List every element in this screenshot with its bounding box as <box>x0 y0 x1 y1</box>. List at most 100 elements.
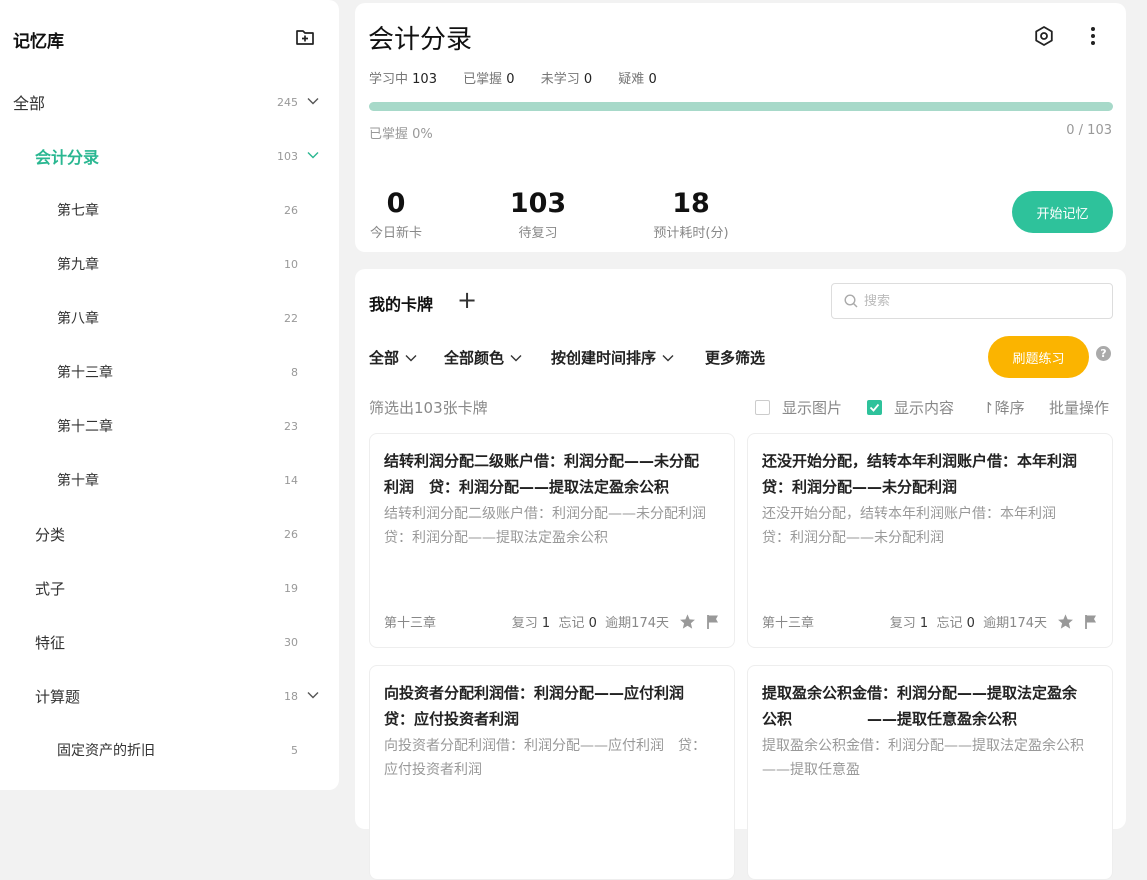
review-label: 复习 <box>889 616 916 631</box>
more-filters-label: 更多筛选 <box>705 349 766 367</box>
tree-item-chapter-9[interactable]: 第九章 10 <box>0 249 339 279</box>
forget-count: 0 <box>588 616 597 631</box>
filter-all-dropdown[interactable]: 全部 <box>369 347 417 368</box>
tree-count: 22 <box>284 311 298 325</box>
tree-count: 30 <box>284 635 298 649</box>
practice-quiz-button[interactable]: 刷题练习 <box>988 336 1089 378</box>
star-icon[interactable] <box>679 613 696 630</box>
new-folder-icon[interactable] <box>294 26 316 48</box>
add-card-icon[interactable]: + <box>457 288 477 312</box>
my-cards-title: 我的卡牌 <box>369 295 434 314</box>
more-options-icon[interactable] <box>1081 24 1105 48</box>
sort-label: 按创建时间排序 <box>551 349 657 367</box>
card-item[interactable]: 向投资者分配利润借：利润分配——应付利润 贷：应付投资者利润 向投资者分配利润借… <box>369 665 735 880</box>
tree-item-formulas[interactable]: 式子 19 <box>0 573 339 603</box>
more-filters-button[interactable]: 更多筛选 <box>705 347 765 368</box>
mastered-count: 0 <box>506 72 515 87</box>
sort-dropdown[interactable]: 按创建时间排序 <box>551 347 674 368</box>
card-question: 结转利润分配二级账户借：利润分配——未分配利润 贷：利润分配——提取法定盈余公积 <box>384 452 700 496</box>
mastery-ratio: 0 / 103 <box>1066 123 1112 138</box>
filter-color-label: 全部颜色 <box>444 349 505 367</box>
tree-label: 分类 <box>35 525 66 544</box>
card-item[interactable]: 结转利润分配二级账户借：利润分配——未分配利润 贷：利润分配——提取法定盈余公积… <box>369 433 735 648</box>
review-label: 复习 <box>511 616 538 631</box>
tree-label: 式子 <box>35 579 66 598</box>
tree-item-accounting-entries[interactable]: 会计分录 103 <box>0 141 339 171</box>
tree-item-all[interactable]: 全部 245 <box>0 87 339 117</box>
to-review-label: 待复习 <box>518 226 558 241</box>
card-item[interactable]: 还没开始分配，结转本年利润账户借：本年利润 贷：利润分配——未分配利润 还没开始… <box>747 433 1113 648</box>
to-review-count: 103 <box>509 188 567 219</box>
tree-label: 第八章 <box>57 311 99 327</box>
library-sidebar: 记忆库 全部 245 会计分录 103 第七章 26 第九章 10 第八章 22… <box>0 0 339 790</box>
overdue-label: 逾期174天 <box>605 616 669 631</box>
show-image-toggle[interactable]: 显示图片 <box>755 397 842 418</box>
flag-icon[interactable] <box>1084 614 1098 630</box>
checkmark-icon <box>869 403 880 412</box>
tree-count: 245 <box>277 95 298 109</box>
filter-all-label: 全部 <box>369 349 400 367</box>
card-footer: 第十三章 复习 1 忘记 0 逾期174天 <box>762 612 1098 631</box>
flag-icon[interactable] <box>706 614 720 630</box>
settings-icon[interactable] <box>1032 24 1056 48</box>
learning-count: 103 <box>412 72 437 87</box>
tree-count: 8 <box>291 365 298 379</box>
tree-label: 第七章 <box>57 203 99 219</box>
show-content-toggle[interactable]: 显示内容 <box>867 397 954 418</box>
new-today-count: 0 <box>386 188 406 219</box>
tree-item-chapter-12[interactable]: 第十二章 23 <box>0 411 339 441</box>
search-input[interactable] <box>864 293 1094 309</box>
card-answer: 还没开始分配，结转本年利润账户借：本年利润 贷：利润分配——未分配利润 <box>762 506 1070 546</box>
library-title: 记忆库 <box>13 32 64 52</box>
tree-item-chapter-13[interactable]: 第十三章 8 <box>0 357 339 387</box>
est-time-count: 18 <box>672 188 710 219</box>
card-item[interactable]: 提取盈余公积金借：利润分配——提取法定盈余公积 ——提取任意盈余公积 提取盈余公… <box>747 665 1113 880</box>
sort-desc-button[interactable]: ↾降序 <box>982 397 1025 418</box>
tree-item-features[interactable]: 特征 30 <box>0 627 339 657</box>
tree-item-classification[interactable]: 分类 26 <box>0 519 339 549</box>
tree-label: 特征 <box>35 633 66 652</box>
show-image-checkbox[interactable] <box>755 400 770 415</box>
review-count: 1 <box>541 616 551 631</box>
forget-count: 0 <box>966 616 975 631</box>
forget-label: 忘记 <box>936 616 963 631</box>
tree-label: 第十二章 <box>57 419 113 435</box>
card-search-box[interactable] <box>831 283 1113 319</box>
chevron-down-icon[interactable] <box>307 95 319 107</box>
card-question: 提取盈余公积金借：利润分配——提取法定盈余公积 ——提取任意盈余公积 <box>762 684 1078 728</box>
new-today-label: 今日新卡 <box>369 226 422 241</box>
star-icon[interactable] <box>1057 613 1074 630</box>
tree-count: 23 <box>284 419 298 433</box>
card-deck: 第十三章 <box>762 616 815 631</box>
tree-count: 10 <box>284 257 298 271</box>
tree-item-calculations[interactable]: 计算题 18 <box>0 681 339 711</box>
card-meta: 复习 1 忘记 0 逾期174天 <box>890 612 1047 631</box>
tree-item-depreciation[interactable]: 固定资产的折旧 5 <box>0 735 339 765</box>
chevron-down-icon <box>510 354 522 361</box>
start-memorize-button[interactable]: 开始记忆 <box>1012 191 1113 233</box>
show-content-checkbox[interactable] <box>867 400 882 415</box>
chevron-down-icon[interactable] <box>307 149 319 161</box>
tree-item-chapter-8[interactable]: 第八章 22 <box>0 303 339 333</box>
forget-label: 忘记 <box>558 616 585 631</box>
card-question: 向投资者分配利润借：利润分配——应付利润 贷：应付投资者利润 <box>384 684 700 728</box>
batch-operations-button[interactable]: 批量操作 <box>1049 397 1109 418</box>
my-cards-panel: 我的卡牌 + 全部 全部颜色 按创建时间排序 更多筛选 刷题练习 ? 筛选出10… <box>355 269 1126 880</box>
chevron-down-icon[interactable] <box>307 689 319 701</box>
help-icon[interactable]: ? <box>1096 346 1111 361</box>
deck-stats-row: 学习中 103 已掌握 0 未学习 0 疑难 0 <box>369 68 657 87</box>
tree-label: 会计分录 <box>35 148 100 167</box>
tree-label: 第十章 <box>57 473 99 489</box>
tree-item-chapter-10[interactable]: 第十章 14 <box>0 465 339 495</box>
show-image-label: 显示图片 <box>782 399 843 417</box>
tree-item-chapter-7[interactable]: 第七章 26 <box>0 195 339 225</box>
filter-color-dropdown[interactable]: 全部颜色 <box>444 347 522 368</box>
overdue-label: 逾期174天 <box>983 616 1047 631</box>
search-icon <box>844 294 858 308</box>
tree-label: 固定资产的折旧 <box>57 743 155 759</box>
mastery-percent: 已掌握 0% <box>369 127 433 142</box>
tree-count: 19 <box>284 581 298 595</box>
tree-count: 5 <box>291 743 298 757</box>
tree-count: 26 <box>284 527 298 541</box>
est-time-stat: 18 预计耗时(分) <box>645 188 737 241</box>
